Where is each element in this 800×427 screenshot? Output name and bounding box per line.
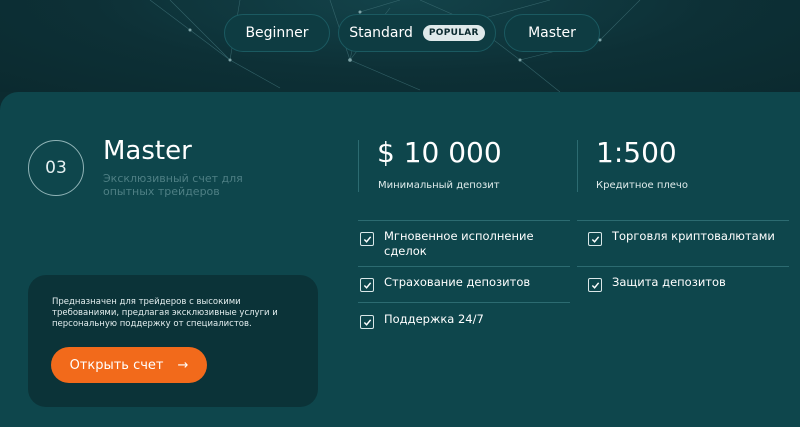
divider-vertical-1 — [358, 140, 359, 192]
feature-divider — [577, 266, 789, 267]
feature-item: Защита депозитов — [588, 275, 788, 292]
feature-label: Мгновенное исполнение сделок — [384, 229, 534, 258]
feature-label: Защита депозитов — [612, 275, 726, 289]
tab-standard-label: Standard — [349, 25, 413, 41]
plan-tabs: Beginner Standard POPULAR Master — [224, 14, 600, 52]
min-deposit-value: $ 10 000 — [377, 136, 502, 169]
open-account-label: Открыть счет — [69, 357, 164, 373]
popular-badge: POPULAR — [422, 25, 485, 41]
feature-divider — [358, 220, 570, 221]
feature-item: Поддержка 24/7 — [360, 312, 560, 329]
checkbox-checked-icon — [360, 232, 374, 246]
feature-label: Поддержка 24/7 — [384, 312, 484, 326]
checkbox-checked-icon — [360, 278, 374, 292]
leverage-value: 1:500 — [596, 136, 677, 169]
feature-item: Страхование депозитов — [360, 275, 560, 292]
plan-description: Предназначен для трейдеров с высокими тр… — [52, 297, 278, 329]
tab-master[interactable]: Master — [504, 14, 600, 52]
plan-title: Master — [103, 136, 192, 166]
description-card — [28, 275, 318, 407]
plan-number: 03 — [45, 158, 67, 178]
feature-label: Страхование депозитов — [384, 275, 531, 289]
feature-divider — [358, 302, 570, 303]
feature-item: Торговля криптовалютами — [588, 229, 788, 246]
leverage-label: Кредитное плечо — [596, 180, 688, 191]
checkbox-checked-icon — [588, 232, 602, 246]
min-deposit-label: Минимальный депозит — [378, 180, 500, 191]
tab-standard[interactable]: Standard POPULAR — [338, 14, 496, 52]
feature-divider — [358, 266, 570, 267]
tab-beginner-label: Beginner — [245, 25, 309, 41]
feature-divider — [577, 220, 789, 221]
plan-subtitle: Эксклюзивный счет для опытных трейдеров — [103, 172, 243, 198]
arrow-right-icon: → — [177, 357, 189, 373]
plan-number-circle: 03 — [28, 140, 84, 196]
feature-item: Мгновенное исполнение сделок — [360, 229, 560, 259]
checkbox-checked-icon — [360, 315, 374, 329]
tab-beginner[interactable]: Beginner — [224, 14, 330, 52]
divider-vertical-2 — [577, 140, 578, 192]
checkbox-checked-icon — [588, 278, 602, 292]
tab-master-label: Master — [528, 25, 576, 41]
feature-label: Торговля криптовалютами — [612, 229, 775, 243]
open-account-button[interactable]: Открыть счет → — [51, 347, 207, 383]
